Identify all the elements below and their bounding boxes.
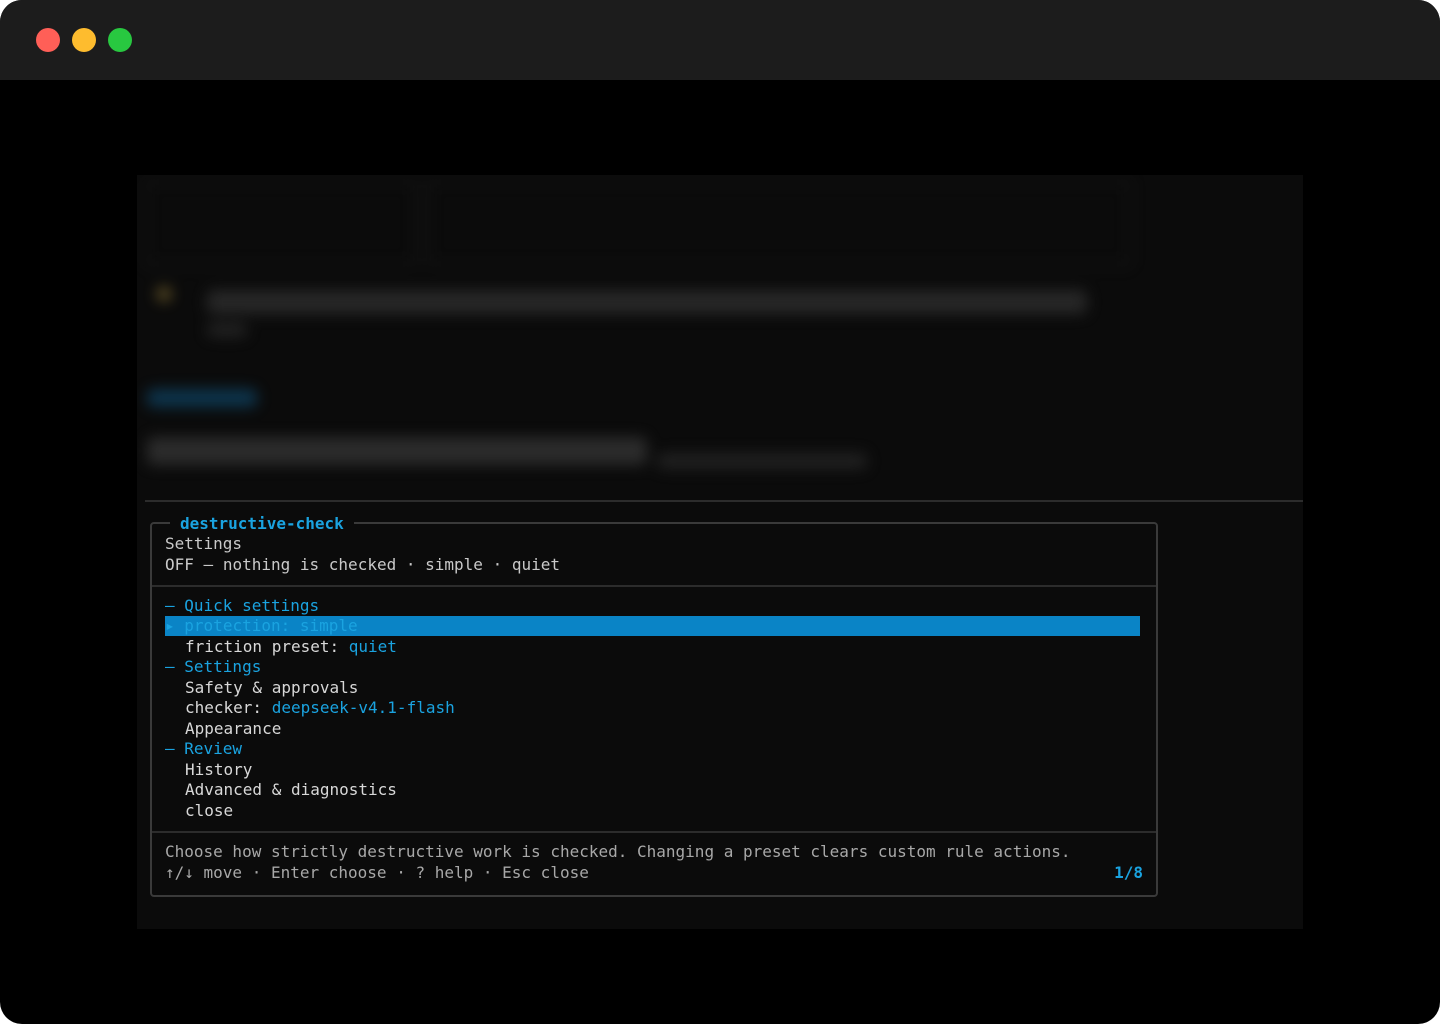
menu-item-history[interactable]: History [185, 760, 252, 780]
terminal-window: destructive-check Settings OFF — nothing… [0, 0, 1440, 1024]
status-line: OFF — nothing is checked · simple · quie… [165, 555, 560, 575]
status-separator: · [492, 555, 503, 574]
menu-item-advanced-diagnostics[interactable]: Advanced & diagnostics [185, 780, 397, 800]
status-dash: — [203, 555, 214, 574]
status-separator: · [405, 555, 416, 574]
friction-value: quiet [348, 637, 397, 656]
status-prefix: OFF [165, 555, 194, 574]
status-preset: quiet [511, 555, 561, 574]
menu-item-checker[interactable]: checker: deepseek-v4.1-flash [185, 698, 455, 718]
checker-value: deepseek-v4.1-flash [271, 698, 455, 717]
footer-key-hints: ↑/↓ move · Enter choose · ? help · Esc c… [165, 863, 589, 882]
footer-description: Choose how strictly destructive work is … [165, 842, 1071, 861]
zoom-window-button[interactable] [108, 28, 132, 52]
status-text: nothing is checked [222, 555, 397, 574]
menu-item-friction-preset[interactable]: friction preset: quiet [185, 637, 397, 657]
quick-settings-header: — Quick settings [165, 596, 320, 615]
settings-panel: destructive-check Settings OFF — nothing… [150, 514, 1158, 897]
close-window-button[interactable] [36, 28, 60, 52]
menu-item-close[interactable]: close [185, 801, 233, 821]
divider [145, 500, 1303, 502]
position-counter: 1/8 [1114, 863, 1143, 882]
protection-label: protection: [184, 616, 291, 635]
title-bar [0, 0, 1440, 80]
menu-item-protection[interactable]: ▸ protection: simple [165, 616, 358, 636]
panel-title: destructive-check [170, 514, 354, 534]
selection-marker-icon: ▸ [165, 616, 175, 635]
divider [152, 831, 1156, 833]
menu-item-appearance[interactable]: Appearance [185, 719, 281, 739]
panel-subtitle: Settings [165, 534, 243, 553]
friction-label: friction preset: [185, 637, 340, 656]
divider [152, 585, 1156, 587]
status-mode: simple [425, 555, 483, 574]
terminal-content: destructive-check Settings OFF — nothing… [137, 175, 1303, 929]
settings-header: — Settings [165, 657, 262, 676]
menu-item-safety-approvals[interactable]: Safety & approvals [185, 678, 358, 698]
checker-label: checker: [185, 698, 263, 717]
review-header: — Review [165, 739, 243, 758]
minimize-window-button[interactable] [72, 28, 96, 52]
protection-value: simple [299, 616, 358, 635]
blurred-background [137, 175, 1303, 495]
